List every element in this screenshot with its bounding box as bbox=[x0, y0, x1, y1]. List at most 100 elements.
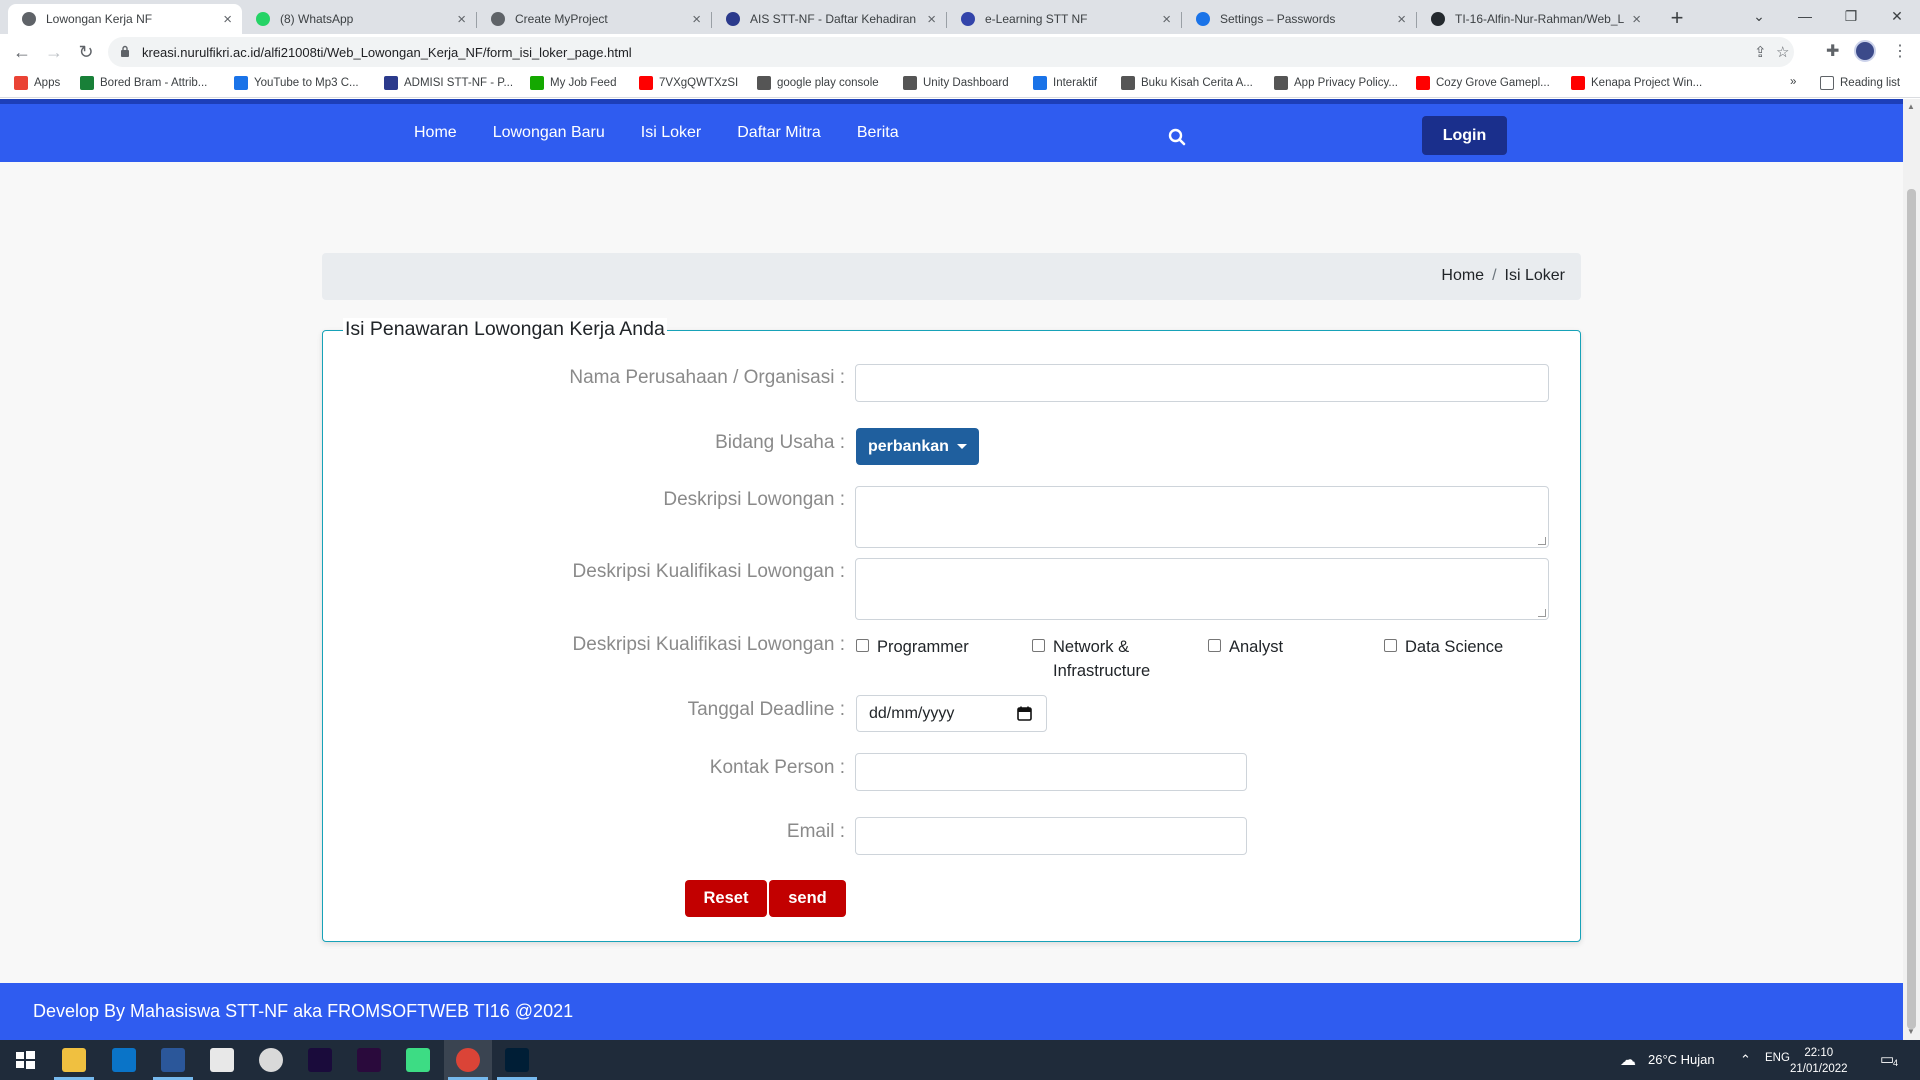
search-icon[interactable] bbox=[1168, 128, 1186, 146]
extensions-icon[interactable]: ✚ bbox=[1826, 41, 1839, 61]
tab-lowongan[interactable]: Lowongan Kerja NF × bbox=[8, 4, 242, 34]
bookmark-item[interactable]: Buku Kisah Cerita A... bbox=[1121, 76, 1253, 90]
tab-elearning[interactable]: e-Learning STT NF × bbox=[947, 4, 1181, 34]
nav-isi-loker[interactable]: Isi Loker bbox=[641, 124, 701, 142]
profile-avatar[interactable] bbox=[1854, 40, 1876, 62]
scrollbar-thumb[interactable] bbox=[1907, 189, 1916, 1029]
description-textarea[interactable] bbox=[855, 486, 1549, 548]
login-button[interactable]: Login bbox=[1422, 116, 1507, 155]
business-label: Bidang Usaha : bbox=[715, 432, 845, 453]
page-scrollbar[interactable]: ▲ ▼ bbox=[1903, 99, 1920, 1040]
file-explorer-icon[interactable] bbox=[62, 1048, 86, 1072]
restore-button[interactable]: ❐ bbox=[1828, 0, 1874, 34]
checkbox-box[interactable] bbox=[1032, 639, 1045, 652]
bookmark-item[interactable]: Kenapa Project Win... bbox=[1571, 76, 1702, 90]
bookmark-item[interactable]: google play console bbox=[757, 76, 879, 90]
system-clock[interactable]: 22:10 21/01/2022 bbox=[1790, 1045, 1848, 1077]
close-icon[interactable]: × bbox=[692, 11, 701, 28]
checkbox-programmer[interactable]: Programmer bbox=[856, 635, 969, 659]
vscode-icon[interactable] bbox=[112, 1048, 136, 1072]
share-icon[interactable]: ⇪ bbox=[1754, 43, 1767, 61]
deadline-date-input[interactable]: dd/mm/yyyy bbox=[856, 695, 1047, 732]
new-tab-button[interactable]: + bbox=[1663, 4, 1691, 32]
word-icon[interactable] bbox=[161, 1048, 185, 1072]
send-button[interactable]: send bbox=[769, 880, 846, 917]
bookmark-item[interactable]: YouTube to Mp3 C... bbox=[234, 76, 359, 90]
windows-taskbar: ☁ 26°C Hujan ⌃ ENG 22:10 21/01/2022 ▭ 4 bbox=[0, 1040, 1920, 1080]
bookmark-item[interactable]: App Privacy Policy... bbox=[1274, 76, 1398, 90]
bookmark-item[interactable]: Cozy Grove Gamepl... bbox=[1416, 76, 1550, 90]
back-icon[interactable]: ← bbox=[10, 40, 34, 64]
bookmark-label: Unity Dashboard bbox=[923, 77, 1009, 89]
close-icon[interactable]: × bbox=[1632, 11, 1641, 28]
contact-input[interactable] bbox=[855, 753, 1247, 791]
tab-whatsapp[interactable]: (8) WhatsApp × bbox=[242, 4, 476, 34]
unity-hub-icon[interactable] bbox=[210, 1048, 234, 1072]
reset-button[interactable]: Reset bbox=[685, 880, 767, 917]
tab-ais-stt-nf[interactable]: AIS STT-NF - Daftar Kehadiran × bbox=[712, 4, 946, 34]
windows-start-icon[interactable] bbox=[13, 1048, 37, 1072]
close-icon[interactable]: × bbox=[1397, 11, 1406, 28]
globe-icon bbox=[22, 12, 36, 26]
resize-grip-icon[interactable] bbox=[1538, 609, 1546, 617]
bookmark-item[interactable]: Bored Bram - Attrib... bbox=[80, 76, 207, 90]
scroll-down-icon[interactable]: ▼ bbox=[1907, 1027, 1915, 1036]
reload-icon[interactable]: ↻ bbox=[74, 40, 98, 64]
forward-icon[interactable]: → bbox=[42, 40, 66, 64]
bookmark-item[interactable]: My Job Feed bbox=[530, 76, 616, 90]
checkbox-network[interactable]: Network & Infrastructure bbox=[1032, 635, 1150, 683]
contact-label: Kontak Person : bbox=[709, 757, 845, 778]
close-icon[interactable]: × bbox=[223, 11, 232, 28]
upwork-icon bbox=[530, 76, 544, 90]
business-dropdown[interactable]: perbankan bbox=[856, 428, 979, 465]
close-icon[interactable]: × bbox=[457, 11, 466, 28]
chrome-icon[interactable] bbox=[456, 1048, 480, 1072]
resize-grip-icon[interactable] bbox=[1538, 537, 1546, 545]
checkbox-label: Analyst bbox=[1229, 638, 1284, 656]
weather-text[interactable]: 26°C Hujan bbox=[1648, 1052, 1715, 1067]
nav-lowongan-baru[interactable]: Lowongan Baru bbox=[493, 124, 605, 142]
category-label: Deskripsi Kualifikasi Lowongan : bbox=[572, 634, 845, 655]
bookmark-item[interactable]: Unity Dashboard bbox=[903, 76, 1009, 90]
minimize-button[interactable]: — bbox=[1782, 0, 1828, 34]
nav-home[interactable]: Home bbox=[414, 124, 457, 142]
nav-daftar-mitra[interactable]: Daftar Mitra bbox=[737, 124, 821, 142]
after-effects-icon[interactable] bbox=[308, 1048, 332, 1072]
qualification-textarea[interactable] bbox=[855, 558, 1549, 620]
app-icon[interactable] bbox=[259, 1048, 283, 1072]
breadcrumb-home[interactable]: Home bbox=[1441, 267, 1484, 284]
checkbox-box[interactable] bbox=[856, 639, 869, 652]
tab-create-myproject[interactable]: Create MyProject × bbox=[477, 4, 711, 34]
reading-list-button[interactable]: Reading list bbox=[1820, 76, 1900, 90]
checkbox-box[interactable] bbox=[1208, 639, 1221, 652]
premiere-icon[interactable] bbox=[357, 1048, 381, 1072]
bookmark-label: Apps bbox=[34, 77, 61, 89]
chevron-up-icon[interactable]: ⌃ bbox=[1740, 1052, 1751, 1068]
bookmark-item[interactable]: 7VXgQWTXzSI bbox=[639, 76, 738, 90]
android-studio-icon[interactable] bbox=[406, 1048, 430, 1072]
close-icon[interactable]: × bbox=[1162, 11, 1171, 28]
tab-search-icon[interactable]: ⌄ bbox=[1736, 0, 1782, 34]
checkbox-analyst[interactable]: Analyst bbox=[1208, 635, 1283, 659]
address-bar[interactable]: kreasi.nurulfikri.ac.id/alfi21008ti/Web_… bbox=[108, 37, 1794, 67]
close-icon[interactable]: × bbox=[927, 11, 936, 28]
bookmark-item[interactable]: ADMISI STT-NF - P... bbox=[384, 76, 513, 90]
checkbox-data-science[interactable]: Data Science bbox=[1384, 635, 1503, 659]
close-window-button[interactable]: ✕ bbox=[1874, 0, 1920, 34]
bookmark-star-icon[interactable]: ☆ bbox=[1776, 43, 1789, 61]
menu-icon[interactable]: ⋮ bbox=[1892, 41, 1908, 61]
language-indicator[interactable]: ENG bbox=[1765, 1052, 1790, 1064]
bookmarks-more-button[interactable]: » bbox=[1790, 76, 1796, 88]
bookmark-item[interactable]: Interaktif bbox=[1033, 76, 1097, 90]
checkbox-box[interactable] bbox=[1384, 639, 1397, 652]
nav-berita[interactable]: Berita bbox=[857, 124, 899, 142]
weather-icon[interactable]: ☁ bbox=[1620, 1050, 1636, 1070]
bookmark-apps[interactable]: Apps bbox=[14, 76, 60, 90]
email-input[interactable] bbox=[855, 817, 1247, 855]
scroll-up-icon[interactable]: ▲ bbox=[1907, 102, 1915, 111]
photoshop-icon[interactable] bbox=[505, 1048, 529, 1072]
tab-settings-passwords[interactable]: Settings – Passwords × bbox=[1182, 4, 1416, 34]
tab-github[interactable]: TI-16-Alfin-Nur-Rahman/Web_L × bbox=[1417, 4, 1651, 34]
company-input[interactable] bbox=[855, 364, 1549, 402]
calendar-icon[interactable] bbox=[1017, 706, 1032, 721]
